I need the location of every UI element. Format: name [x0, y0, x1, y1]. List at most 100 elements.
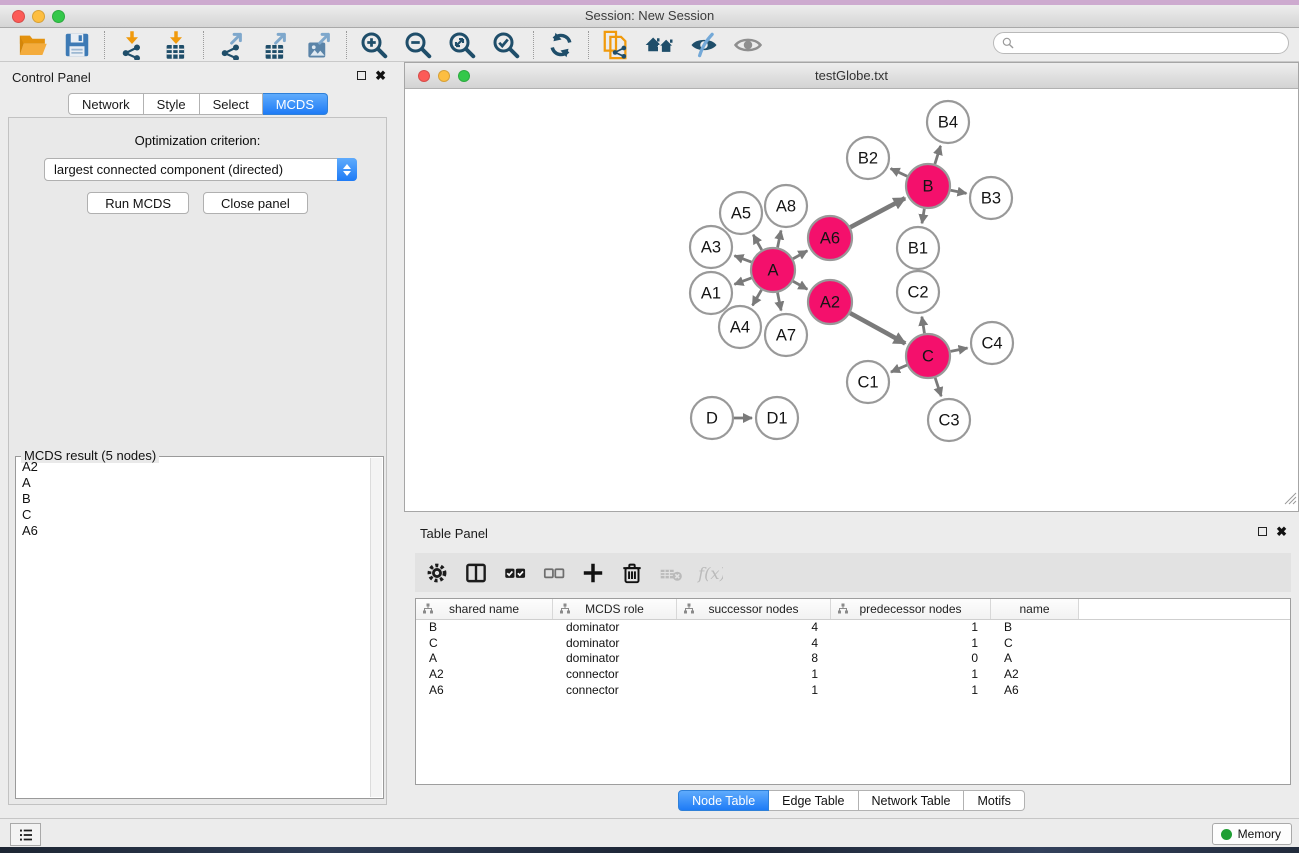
float-panel-icon[interactable] [357, 71, 366, 80]
resize-grip-icon[interactable] [1284, 492, 1297, 510]
edge-C-C3[interactable] [935, 378, 941, 396]
network-window-titlebar[interactable]: testGlobe.txt [405, 63, 1298, 89]
graph-node-B1[interactable]: B1 [897, 227, 939, 269]
task-history-button[interactable] [10, 823, 41, 846]
zoom-out-button[interactable] [401, 30, 435, 60]
search-box[interactable] [993, 32, 1289, 54]
graph-node-A1[interactable]: A1 [690, 272, 732, 314]
network-canvas[interactable]: AA1A2A3A4A5A6A7A8BB1B2B3B4CC1C2C3C4DD1 [405, 89, 1298, 511]
table-close-panel-icon[interactable]: ✖ [1276, 526, 1287, 537]
table-float-panel-icon[interactable] [1258, 527, 1267, 536]
maximize-window-button[interactable] [52, 10, 65, 23]
column-header-name[interactable]: name [991, 599, 1079, 619]
minimize-window-button[interactable] [32, 10, 45, 23]
edge-A-A7[interactable] [778, 293, 782, 311]
edge-A-A3[interactable] [734, 256, 751, 262]
mcds-result-item[interactable]: C [16, 507, 370, 523]
graph-node-A5[interactable]: A5 [720, 192, 762, 234]
tab-style[interactable]: Style [144, 93, 200, 115]
edge-A-A2[interactable] [793, 281, 807, 289]
mcds-result-item[interactable]: B [16, 491, 370, 507]
mcds-result-item[interactable]: A6 [16, 523, 370, 539]
graph-node-C[interactable]: C [906, 334, 950, 378]
tab-motifs[interactable]: Motifs [964, 790, 1024, 811]
network-minimize-button[interactable] [438, 70, 450, 82]
memory-button[interactable]: Memory [1212, 823, 1292, 845]
apply-layout-refresh-button[interactable] [544, 30, 578, 60]
graph-node-D1[interactable]: D1 [756, 397, 798, 439]
tab-mcds[interactable]: MCDS [263, 93, 328, 115]
tab-network-table[interactable]: Network Table [859, 790, 965, 811]
edge-A-A8[interactable] [778, 230, 781, 247]
graph-node-C2[interactable]: C2 [897, 271, 939, 313]
mcds-result-item[interactable]: A2 [16, 459, 370, 475]
network-graph[interactable]: AA1A2A3A4A5A6A7A8BB1B2B3B4CC1C2C3C4DD1 [405, 89, 1298, 511]
edge-A-A1[interactable] [734, 278, 751, 284]
edge-B-B4[interactable] [935, 146, 941, 164]
tab-select[interactable]: Select [200, 93, 263, 115]
import-table-button[interactable] [159, 30, 193, 60]
graph-node-B2[interactable]: B2 [847, 137, 889, 179]
tab-network[interactable]: Network [68, 93, 144, 115]
edge-A-A4[interactable] [753, 290, 762, 305]
edge-C-C1[interactable] [891, 365, 907, 372]
edge-A-A6[interactable] [793, 251, 807, 259]
home-view-button[interactable] [643, 30, 677, 60]
close-window-button[interactable] [12, 10, 25, 23]
export-network-button[interactable] [214, 30, 248, 60]
tab-edge-table[interactable]: Edge Table [769, 790, 858, 811]
edge-B-B2[interactable] [891, 169, 908, 177]
graph-node-D[interactable]: D [691, 397, 733, 439]
delete-rows-button[interactable] [619, 560, 645, 586]
open-session-button[interactable] [16, 30, 50, 60]
graph-node-A7[interactable]: A7 [765, 314, 807, 356]
table-row[interactable]: A6connector11A6 [416, 683, 1290, 699]
graph-node-B3[interactable]: B3 [970, 177, 1012, 219]
edge-A-A5[interactable] [753, 235, 762, 250]
graph-node-C4[interactable]: C4 [971, 322, 1013, 364]
export-table-button[interactable] [258, 30, 292, 60]
close-panel-icon[interactable]: ✖ [375, 70, 386, 81]
edge-A2-C[interactable] [850, 313, 905, 343]
result-scrollbar[interactable] [370, 458, 382, 797]
column-header-shared-name[interactable]: shared name [416, 599, 553, 619]
table-row[interactable]: Adominator80A [416, 651, 1290, 667]
table-row[interactable]: A2connector11A2 [416, 667, 1290, 683]
export-image-button[interactable] [302, 30, 336, 60]
column-header-successor-nodes[interactable]: successor nodes [677, 599, 831, 619]
graph-node-A6[interactable]: A6 [808, 216, 852, 260]
column-header-MCDS-role[interactable]: MCDS role [553, 599, 677, 619]
zoom-fit-button[interactable] [445, 30, 479, 60]
select-all-rows-button[interactable] [502, 560, 528, 586]
add-row-button[interactable] [580, 560, 606, 586]
edge-B-B1[interactable] [922, 209, 924, 224]
close-panel-button[interactable]: Close panel [203, 192, 308, 214]
column-header-predecessor-nodes[interactable]: predecessor nodes [831, 599, 991, 619]
edge-B-B3[interactable] [951, 190, 967, 193]
deselect-all-rows-button[interactable] [541, 560, 567, 586]
table-row[interactable]: Bdominator41B [416, 620, 1290, 636]
graph-node-B4[interactable]: B4 [927, 101, 969, 143]
edge-A6-B[interactable] [850, 198, 905, 227]
show-graphics-details-button[interactable] [731, 30, 765, 60]
run-mcds-button[interactable]: Run MCDS [87, 192, 189, 214]
zoom-in-button[interactable] [357, 30, 391, 60]
hide-graphics-details-button[interactable] [687, 30, 721, 60]
criterion-dropdown[interactable]: largest connected component (directed) [44, 158, 357, 181]
search-input[interactable] [1019, 36, 1288, 50]
function-builder-button[interactable]: f(x) [697, 560, 723, 586]
network-maximize-button[interactable] [458, 70, 470, 82]
graph-node-C1[interactable]: C1 [847, 361, 889, 403]
delete-table-button[interactable] [658, 560, 684, 586]
edge-C-C2[interactable] [922, 317, 925, 334]
graph-node-B[interactable]: B [906, 164, 950, 208]
zoom-selected-button[interactable] [489, 30, 523, 60]
graph-node-A[interactable]: A [751, 248, 795, 292]
tab-node-table[interactable]: Node Table [678, 790, 769, 811]
graph-node-A3[interactable]: A3 [690, 226, 732, 268]
import-network-button[interactable] [115, 30, 149, 60]
graph-node-C3[interactable]: C3 [928, 399, 970, 441]
network-close-button[interactable] [418, 70, 430, 82]
show-columns-button[interactable] [463, 560, 489, 586]
graph-node-A2[interactable]: A2 [808, 280, 852, 324]
